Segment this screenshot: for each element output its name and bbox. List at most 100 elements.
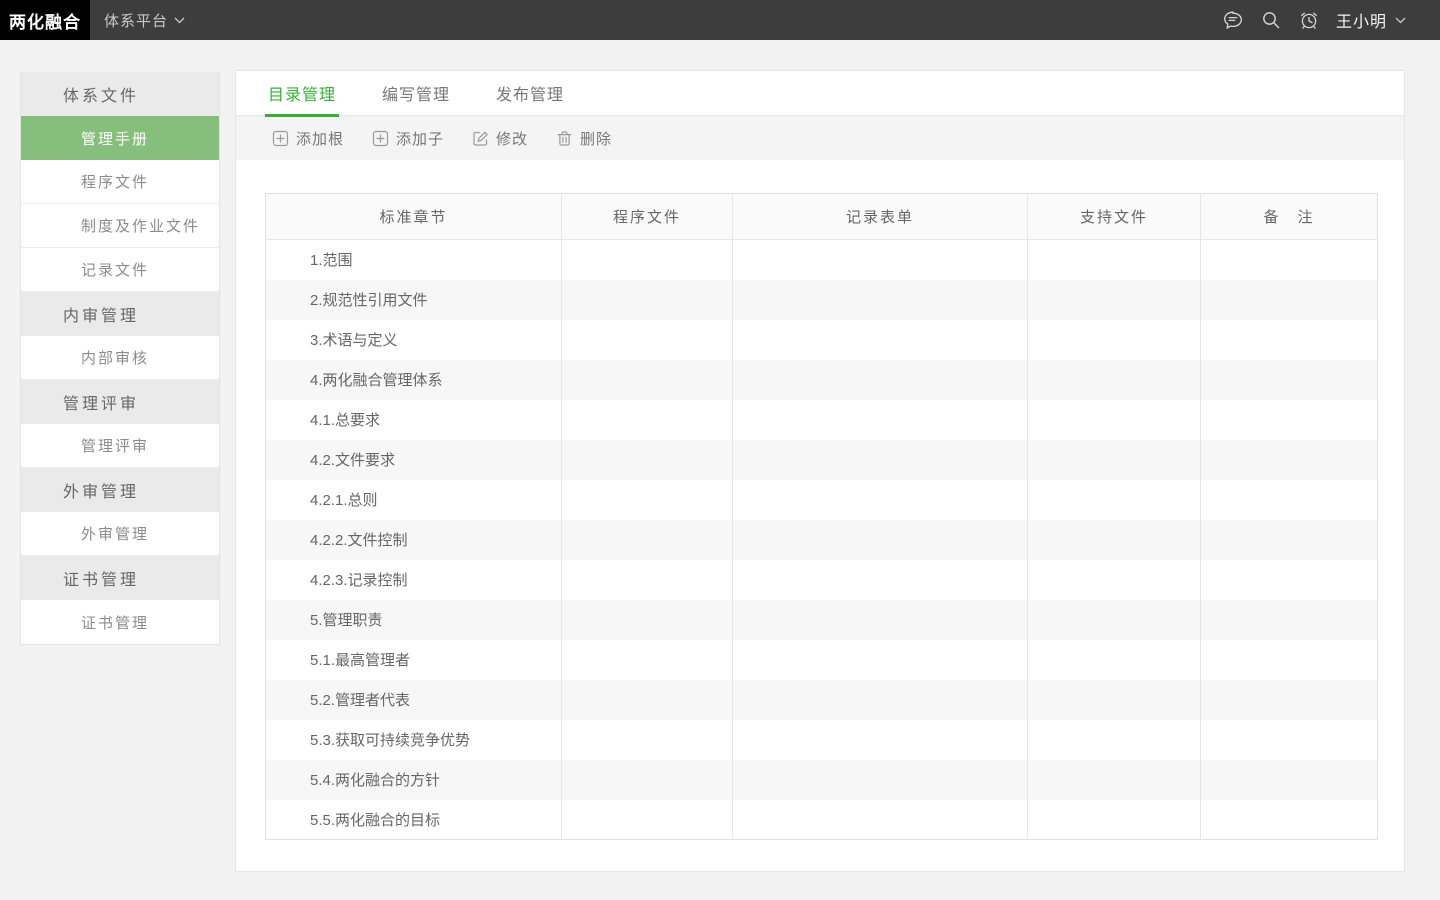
cell-record bbox=[733, 640, 1028, 680]
table-row[interactable]: 5.管理职责 bbox=[266, 600, 1378, 640]
cell-support bbox=[1028, 320, 1201, 360]
table-row[interactable]: 5.1.最高管理者 bbox=[266, 640, 1378, 680]
sidebar-item[interactable]: 记录文件 bbox=[21, 248, 219, 292]
sidebar-item[interactable]: 外审管理 bbox=[21, 512, 219, 556]
cell-remark bbox=[1201, 720, 1378, 760]
sidebar-item[interactable]: 制度及作业文件 bbox=[21, 204, 219, 248]
cell-chapter: 4.两化融合管理体系 bbox=[266, 360, 562, 400]
cell-procedure bbox=[562, 680, 733, 720]
cell-support bbox=[1028, 760, 1201, 800]
tab[interactable]: 发布管理 bbox=[493, 71, 567, 116]
toolbar-button[interactable]: 添加子 bbox=[372, 128, 444, 149]
cell-record bbox=[733, 680, 1028, 720]
sidebar-item[interactable]: 管理评审 bbox=[21, 424, 219, 468]
cell-support bbox=[1028, 520, 1201, 560]
table-row[interactable]: 3.术语与定义 bbox=[266, 320, 1378, 360]
table-row[interactable]: 2.规范性引用文件 bbox=[266, 280, 1378, 320]
cell-support bbox=[1028, 360, 1201, 400]
cell-procedure bbox=[562, 760, 733, 800]
tab[interactable]: 目录管理 bbox=[265, 71, 339, 116]
cell-remark bbox=[1201, 640, 1378, 680]
table-row[interactable]: 5.3.获取可持续竞争优势 bbox=[266, 720, 1378, 760]
cell-chapter: 4.2.2.文件控制 bbox=[266, 520, 562, 560]
table-row[interactable]: 4.2.2.文件控制 bbox=[266, 520, 1378, 560]
sidebar-item[interactable]: 管理手册 bbox=[21, 116, 219, 160]
user-menu[interactable]: 王小明 bbox=[1336, 8, 1406, 32]
topbar-actions: 王小明 bbox=[1222, 8, 1440, 32]
cell-procedure bbox=[562, 360, 733, 400]
sidebar-section-header[interactable]: 外审管理 bbox=[21, 468, 219, 512]
main-panel: 目录管理编写管理发布管理 添加根 添加子 修改 删除 标准章节程序文件记录表单支持文件… bbox=[235, 70, 1405, 872]
cell-support bbox=[1028, 440, 1201, 480]
cell-chapter: 5.4.两化融合的方针 bbox=[266, 760, 562, 800]
cell-remark bbox=[1201, 360, 1378, 400]
table-row[interactable]: 4.2.文件要求 bbox=[266, 440, 1378, 480]
toolbar-button[interactable]: 添加根 bbox=[272, 128, 344, 149]
cell-procedure bbox=[562, 440, 733, 480]
tab-bar: 目录管理编写管理发布管理 bbox=[236, 71, 1404, 116]
toolbar-button[interactable]: 删除 bbox=[556, 128, 612, 149]
cell-record bbox=[733, 440, 1028, 480]
alarm-icon[interactable] bbox=[1298, 9, 1320, 31]
table-row[interactable]: 4.2.1.总则 bbox=[266, 480, 1378, 520]
cell-record bbox=[733, 480, 1028, 520]
cell-support bbox=[1028, 800, 1201, 840]
cell-chapter: 4.2.1.总则 bbox=[266, 480, 562, 520]
cell-procedure bbox=[562, 320, 733, 360]
cell-procedure bbox=[562, 280, 733, 320]
table-row[interactable]: 5.5.两化融合的目标 bbox=[266, 800, 1378, 840]
cell-record bbox=[733, 800, 1028, 840]
cell-chapter: 5.1.最高管理者 bbox=[266, 640, 562, 680]
search-icon[interactable] bbox=[1260, 9, 1282, 31]
toolbar-button-label: 删除 bbox=[580, 128, 612, 149]
cell-record bbox=[733, 240, 1028, 280]
message-icon[interactable] bbox=[1222, 9, 1244, 31]
sidebar-section-header[interactable]: 管理评审 bbox=[21, 380, 219, 424]
cell-procedure bbox=[562, 480, 733, 520]
cell-record bbox=[733, 320, 1028, 360]
sidebar-section-header[interactable]: 证书管理 bbox=[21, 556, 219, 600]
sidebar-item[interactable]: 内部审核 bbox=[21, 336, 219, 380]
cell-support bbox=[1028, 240, 1201, 280]
table-header-cell: 支持文件 bbox=[1028, 194, 1201, 240]
toolbar-button-label: 添加根 bbox=[296, 128, 344, 149]
table-row[interactable]: 5.2.管理者代表 bbox=[266, 680, 1378, 720]
cell-remark bbox=[1201, 520, 1378, 560]
cell-chapter: 4.2.文件要求 bbox=[266, 440, 562, 480]
sidebar-section-header[interactable]: 内审管理 bbox=[21, 292, 219, 336]
plus-square-icon bbox=[372, 130, 389, 147]
plus-square-icon bbox=[272, 130, 289, 147]
platform-dropdown[interactable]: 体系平台 bbox=[104, 10, 185, 31]
cell-support bbox=[1028, 480, 1201, 520]
cell-remark bbox=[1201, 400, 1378, 440]
cell-support bbox=[1028, 400, 1201, 440]
table-row[interactable]: 4.1.总要求 bbox=[266, 400, 1378, 440]
chevron-down-icon bbox=[174, 17, 185, 24]
cell-record bbox=[733, 400, 1028, 440]
sidebar-item[interactable]: 程序文件 bbox=[21, 160, 219, 204]
table-row[interactable]: 5.4.两化融合的方针 bbox=[266, 760, 1378, 800]
cell-procedure bbox=[562, 640, 733, 680]
table-header-cell: 备 注 bbox=[1201, 194, 1378, 240]
cell-chapter: 1.范围 bbox=[266, 240, 562, 280]
cell-record bbox=[733, 360, 1028, 400]
cell-procedure bbox=[562, 400, 733, 440]
app-logo: 两化融合 bbox=[0, 0, 90, 40]
cell-remark bbox=[1201, 240, 1378, 280]
cell-chapter: 3.术语与定义 bbox=[266, 320, 562, 360]
sidebar-item[interactable]: 证书管理 bbox=[21, 600, 219, 644]
table-row[interactable]: 4.2.3.记录控制 bbox=[266, 560, 1378, 600]
table-row[interactable]: 4.两化融合管理体系 bbox=[266, 360, 1378, 400]
cell-procedure bbox=[562, 560, 733, 600]
toolbar-button[interactable]: 修改 bbox=[472, 128, 528, 149]
cell-chapter: 2.规范性引用文件 bbox=[266, 280, 562, 320]
table-row[interactable]: 1.范围 bbox=[266, 240, 1378, 280]
sidebar: 体系文件管理手册程序文件制度及作业文件记录文件内审管理内部审核管理评审管理评审外… bbox=[20, 72, 220, 645]
cell-support bbox=[1028, 680, 1201, 720]
sidebar-section-header[interactable]: 体系文件 bbox=[21, 72, 219, 116]
tab[interactable]: 编写管理 bbox=[379, 71, 453, 116]
cell-procedure bbox=[562, 240, 733, 280]
catalog-table: 标准章节程序文件记录表单支持文件备 注 1.范围2.规范性引用文件3.术语与定义… bbox=[265, 193, 1378, 840]
cell-support bbox=[1028, 600, 1201, 640]
cell-remark bbox=[1201, 680, 1378, 720]
